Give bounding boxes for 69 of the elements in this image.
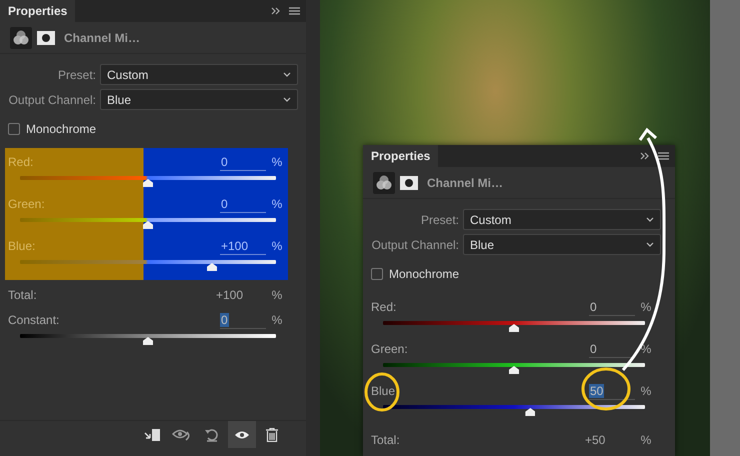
- slider-thumb[interactable]: [143, 179, 153, 187]
- menu-icon[interactable]: [289, 7, 300, 15]
- total-value: +50: [585, 433, 606, 447]
- channel-mixer-icon: [10, 26, 32, 48]
- chevron-down-icon: [283, 97, 291, 102]
- slider-label: Green:: [8, 197, 46, 211]
- adjustment-title: Channel Mi…: [427, 176, 504, 190]
- total-value: +100: [216, 288, 244, 302]
- percent-unit: %: [640, 384, 652, 398]
- percent-unit: %: [270, 313, 284, 327]
- preset-dropdown[interactable]: Custom: [100, 64, 298, 85]
- eye-icon: [234, 430, 250, 440]
- slider-label: Constant:: [8, 313, 60, 327]
- percent-unit: %: [270, 155, 284, 169]
- value-field[interactable]: 0: [220, 196, 229, 210]
- slider-thumb[interactable]: [509, 366, 519, 374]
- monochrome-label: Monochrome: [26, 122, 96, 136]
- slider-thumb[interactable]: [525, 408, 536, 416]
- slider-label: Blue: [371, 384, 396, 398]
- marker-circle: [582, 368, 630, 410]
- value-field[interactable]: 0: [589, 342, 598, 356]
- reset-icon: [204, 428, 220, 442]
- output-channel-label: Output Channel:: [8, 92, 96, 106]
- preset-dropdown[interactable]: Custom: [463, 209, 661, 230]
- percent-unit: %: [270, 288, 284, 302]
- panel-tab[interactable]: Properties: [0, 0, 76, 22]
- marker-circle: [364, 372, 400, 412]
- menu-icon[interactable]: [658, 152, 669, 160]
- percent-unit: %: [270, 239, 284, 253]
- channel-mixer-icon: [373, 172, 395, 194]
- slider-label: Blue:: [8, 239, 36, 253]
- output-channel-label: Output Channel:: [370, 238, 459, 252]
- slider-label: Red:: [8, 155, 34, 169]
- monochrome-label: Monochrome: [389, 267, 460, 281]
- chevron-down-icon: [283, 72, 291, 77]
- toolbar-button[interactable]: [228, 421, 256, 448]
- total-label: Total:: [371, 433, 401, 447]
- chevron-down-icon: [646, 242, 654, 247]
- percent-unit: %: [640, 300, 652, 314]
- percent-unit: %: [640, 433, 652, 447]
- clip-to-layer-icon: [143, 428, 161, 442]
- preset-label: Preset:: [420, 212, 459, 226]
- slider-label: Red:: [371, 300, 398, 314]
- slider-label: Green:: [371, 342, 409, 356]
- value-field[interactable]: 0: [220, 154, 229, 168]
- percent-unit: %: [270, 197, 284, 211]
- panel-tab[interactable]: Properties: [363, 145, 438, 167]
- slider-thumb[interactable]: [143, 337, 153, 345]
- eye-arrow-icon: [172, 428, 192, 442]
- monochrome-checkbox[interactable]: [371, 268, 383, 280]
- value-field[interactable]: 50: [589, 384, 604, 398]
- chevron-down-icon: [646, 217, 654, 222]
- trash-icon: [266, 428, 278, 442]
- layer-mask-icon: [37, 30, 55, 44]
- slider-thumb[interactable]: [509, 324, 519, 332]
- value-field[interactable]: +100: [220, 238, 250, 252]
- adjustment-title: Channel Mi…: [64, 30, 140, 44]
- value-field[interactable]: 0: [220, 312, 229, 326]
- slider-thumb[interactable]: [143, 221, 153, 229]
- double-chevron-icon[interactable]: [271, 7, 281, 15]
- layer-mask-icon: [400, 176, 418, 190]
- preset-label: Preset:: [56, 68, 96, 82]
- output-channel-dropdown[interactable]: Blue: [463, 234, 661, 255]
- monochrome-checkbox[interactable]: [8, 123, 20, 135]
- double-chevron-icon[interactable]: [640, 152, 650, 160]
- total-label: Total:: [8, 288, 38, 302]
- value-field[interactable]: 0: [589, 300, 598, 314]
- slider-thumb[interactable]: [207, 263, 217, 271]
- output-channel-dropdown[interactable]: Blue: [100, 89, 298, 110]
